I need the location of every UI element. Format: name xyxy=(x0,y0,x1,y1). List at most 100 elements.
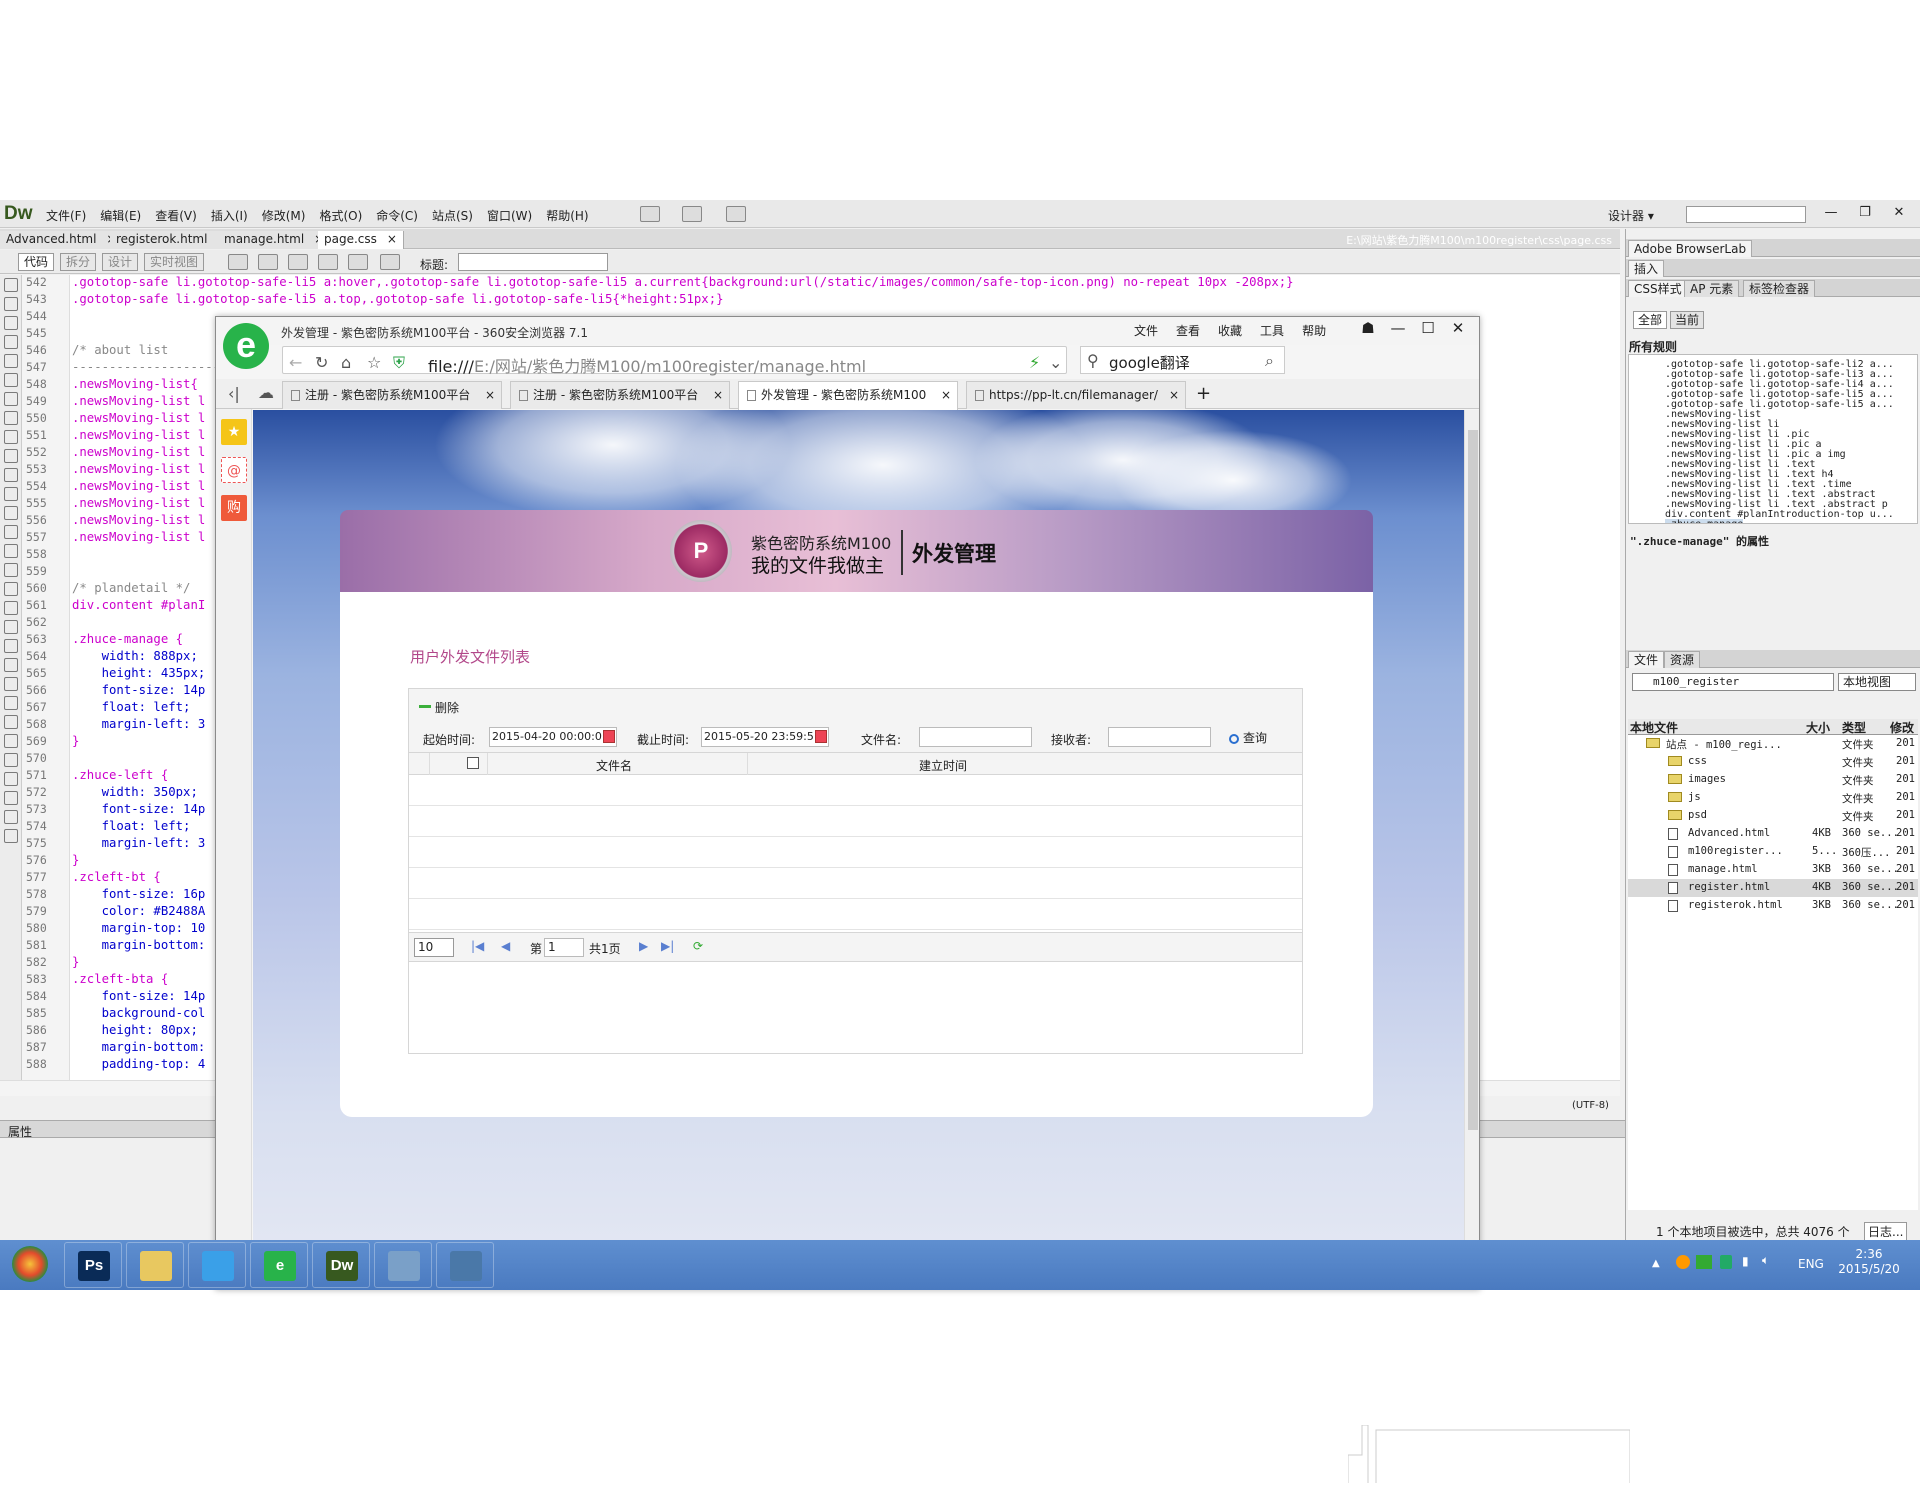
coding-tool-icon[interactable] xyxy=(4,753,18,767)
search-go-icon[interactable]: ⌕ xyxy=(1265,351,1274,371)
coding-tool-icon[interactable] xyxy=(4,297,18,311)
file-tree-row[interactable]: psd 文件夹 201 xyxy=(1628,807,1918,825)
tray-shield-icon[interactable] xyxy=(1720,1255,1732,1269)
taskbar-app[interactable]: Ps xyxy=(64,1242,122,1288)
refresh-icon[interactable]: ⟳ xyxy=(693,939,703,953)
browser-menu-item[interactable]: 文件 xyxy=(1134,322,1158,339)
skin-icon[interactable]: ☗ xyxy=(1356,319,1380,337)
coding-tool-icon[interactable] xyxy=(4,563,18,577)
close-icon[interactable]: ✕ xyxy=(1446,319,1470,337)
coding-tool-icon[interactable] xyxy=(4,810,18,824)
menu-item[interactable]: 站点(S) xyxy=(432,207,473,224)
start-button[interactable] xyxy=(12,1246,48,1282)
file-tree-row[interactable]: register.html 4KB 360 se... 201 xyxy=(1628,879,1918,897)
split-view-button[interactable]: 拆分 xyxy=(60,253,97,271)
first-page-icon[interactable]: |◀ xyxy=(471,939,484,953)
browser-menu-item[interactable]: 帮助 xyxy=(1302,322,1326,339)
tag-inspector-tab[interactable]: 标签检查器 xyxy=(1743,280,1816,297)
query-button[interactable]: 查询 xyxy=(1229,729,1267,746)
end-time-input[interactable]: 2015-05-20 23:59:5 xyxy=(701,727,829,747)
visual-aids-icon[interactable] xyxy=(318,254,338,270)
address-bar[interactable]: ← ↻ ⌂ ☆ ⛨ file:///E:/网站/紫色力腾M100/m100reg… xyxy=(282,346,1067,377)
menu-item[interactable]: 编辑(E) xyxy=(100,207,141,224)
coding-tool-icon[interactable] xyxy=(4,544,18,558)
page-size-select[interactable]: 10 xyxy=(414,938,454,957)
ap-elements-tab[interactable]: AP 元素 xyxy=(1684,280,1740,297)
col-filename[interactable]: 文件名 xyxy=(596,757,632,774)
close-icon[interactable]: × xyxy=(1169,382,1179,408)
chevron-down-icon[interactable]: ⌄ xyxy=(1049,353,1062,372)
volume-icon[interactable]: 🔈︎ xyxy=(1762,1253,1769,1268)
receiver-input[interactable] xyxy=(1108,727,1211,747)
coding-tool-icon[interactable] xyxy=(4,487,18,501)
browser-tab[interactable]: 外发管理 - 紫色密防系统M100 × xyxy=(738,381,958,410)
design-view-button[interactable]: 设计 xyxy=(102,253,139,271)
site-select[interactable]: m100_register xyxy=(1632,673,1834,691)
next-page-icon[interactable]: ▶ xyxy=(639,939,648,953)
inspect-icon[interactable] xyxy=(228,254,248,270)
coding-tool-icon[interactable] xyxy=(4,829,18,843)
coding-tool-icon[interactable] xyxy=(4,734,18,748)
coding-tool-icon[interactable] xyxy=(4,278,18,292)
css-all-button[interactable]: 全部 xyxy=(1633,311,1668,329)
close-icon[interactable]: × xyxy=(387,232,397,246)
clock[interactable]: 2:36 2015/5/20 xyxy=(1837,1247,1901,1277)
layout-icon[interactable] xyxy=(640,206,660,222)
menu-item[interactable]: 帮助(H) xyxy=(546,207,588,224)
maximize-icon[interactable]: ☐ xyxy=(1416,319,1440,337)
close-icon[interactable]: × xyxy=(713,382,723,408)
file-tree-row[interactable]: manage.html 3KB 360 se... 201 xyxy=(1628,861,1918,879)
file-tree-row[interactable]: js 文件夹 201 xyxy=(1628,789,1918,807)
shopping-icon[interactable]: 购 xyxy=(221,495,247,521)
coding-tool-icon[interactable] xyxy=(4,392,18,406)
lightning-icon[interactable]: ⚡ xyxy=(1029,353,1040,372)
css-rules-tree[interactable]: .gototop-safe li.gototop-safe-li2 a... .g… xyxy=(1628,354,1918,524)
coding-tool-icon[interactable] xyxy=(4,715,18,729)
coding-tool-icon[interactable] xyxy=(4,506,18,520)
home-icon[interactable]: ⌂ xyxy=(341,353,351,372)
last-page-icon[interactable]: ▶| xyxy=(661,939,674,953)
coding-tool-icon[interactable] xyxy=(4,411,18,425)
taskbar-app[interactable] xyxy=(374,1242,432,1288)
prev-page-icon[interactable]: ◀ xyxy=(501,939,510,953)
mail-icon[interactable]: @ xyxy=(221,457,247,483)
address-text[interactable]: file:///E:/网站/紫色力腾M100/m100register/mana… xyxy=(428,353,866,377)
select-all-checkbox[interactable] xyxy=(467,757,479,769)
calendar-icon[interactable] xyxy=(603,730,615,743)
menu-item[interactable]: 格式(O) xyxy=(319,207,362,224)
browser-search-box[interactable]: ⚲ google翻译 ⌕ xyxy=(1080,346,1285,374)
reload-icon[interactable]: ↻ xyxy=(315,353,328,372)
browser-menu-item[interactable]: 收藏 xyxy=(1218,322,1242,339)
close-icon[interactable]: × xyxy=(485,382,495,408)
delete-button[interactable]: 删除 xyxy=(419,699,459,716)
col-size[interactable]: 大小 xyxy=(1806,719,1830,736)
coding-tool-icon[interactable] xyxy=(4,373,18,387)
col-type[interactable]: 类型 xyxy=(1842,719,1866,736)
coding-tool-icon[interactable] xyxy=(4,677,18,691)
favorites-icon[interactable]: ★ xyxy=(221,419,247,445)
file-tree-row[interactable]: 站点 - m100_regi... 文件夹 201 xyxy=(1628,735,1918,753)
browser-menu-item[interactable]: 工具 xyxy=(1260,322,1284,339)
coding-tool-icon[interactable] xyxy=(4,639,18,653)
doc-tab-advanced[interactable]: Advanced.html× xyxy=(0,231,124,249)
filename-input[interactable] xyxy=(919,727,1032,747)
gear-icon[interactable] xyxy=(682,206,702,222)
taskbar-app[interactable]: Dw xyxy=(312,1242,370,1288)
file-tree-row[interactable]: images 文件夹 201 xyxy=(1628,771,1918,789)
code-view-button[interactable]: 代码 xyxy=(18,253,55,271)
coding-tool-icon[interactable] xyxy=(4,772,18,786)
css-current-button[interactable]: 当前 xyxy=(1670,311,1705,329)
coding-tool-icon[interactable] xyxy=(4,430,18,444)
help-search-input[interactable] xyxy=(1686,206,1806,223)
coding-tool-icon[interactable] xyxy=(4,449,18,463)
coding-tool-icon[interactable] xyxy=(4,335,18,349)
live-view-button[interactable]: 实时视图 xyxy=(144,253,205,271)
file-tree-row[interactable]: css 文件夹 201 xyxy=(1628,753,1918,771)
browser-tab[interactable]: https://pp-lt.cn/filemanager/ × xyxy=(966,381,1186,409)
calendar-icon[interactable] xyxy=(815,730,827,743)
col-local-files[interactable]: 本地文件 xyxy=(1630,719,1678,736)
tray-app-icon[interactable] xyxy=(1676,1255,1690,1269)
coding-tool-icon[interactable] xyxy=(4,620,18,634)
coding-tool-icon[interactable] xyxy=(4,601,18,615)
restore-icon[interactable]: ❐ xyxy=(1849,203,1881,223)
